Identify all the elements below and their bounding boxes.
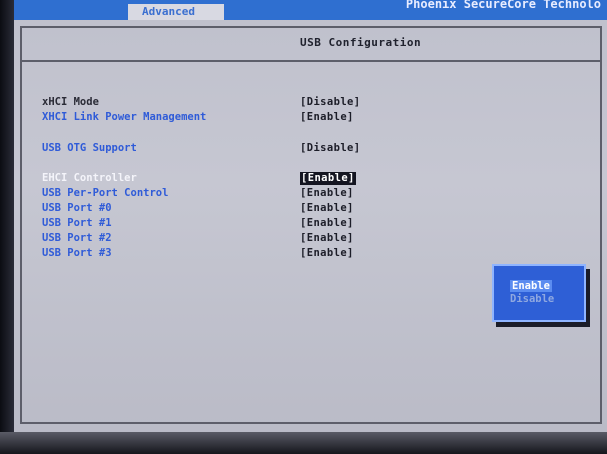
- vendor-banner: Phoenix SecureCore Technolo: [405, 0, 601, 11]
- setting-label: XHCI Link Power Management: [42, 111, 207, 123]
- tab-advanced[interactable]: Advanced: [128, 4, 224, 20]
- setting-value[interactable]: [Enable]: [300, 202, 354, 215]
- top-menu-bar: Advanced Phoenix SecureCore Technolo: [14, 0, 607, 20]
- setting-value[interactable]: [Enable]: [300, 187, 354, 200]
- setting-label: USB Port #0: [42, 202, 112, 214]
- popup-option-disable[interactable]: Disable: [510, 293, 554, 305]
- setting-value[interactable]: [Disable]: [300, 142, 361, 155]
- setting-label: xHCI Mode: [42, 96, 99, 108]
- setting-value[interactable]: [Enable]: [300, 247, 354, 260]
- monitor-bezel-left: [0, 0, 14, 454]
- setting-label: USB Port #3: [42, 247, 112, 259]
- setting-label: USB Per-Port Control: [42, 187, 169, 199]
- setting-label: USB Port #1: [42, 217, 112, 229]
- setting-value[interactable]: [Disable]: [300, 96, 361, 109]
- bios-screen: Advanced Phoenix SecureCore Technolo USB…: [0, 0, 607, 454]
- setting-value[interactable]: [Enable]: [300, 217, 354, 230]
- setting-value[interactable]: [Enable]: [300, 111, 354, 124]
- setting-label: USB Port #2: [42, 232, 112, 244]
- option-popup: Enable Disable: [492, 264, 586, 322]
- popup-option-enable[interactable]: Enable: [510, 280, 552, 292]
- panel-header: USB Configuration: [22, 28, 600, 62]
- setting-value[interactable]: [Enable]: [300, 232, 354, 245]
- setting-label: USB OTG Support: [42, 142, 137, 154]
- page-title: USB Configuration: [300, 36, 422, 49]
- setting-value-selected[interactable]: [Enable]: [300, 172, 356, 185]
- setting-label: EHCI Controller: [42, 172, 137, 184]
- monitor-bezel-bottom: [0, 432, 607, 454]
